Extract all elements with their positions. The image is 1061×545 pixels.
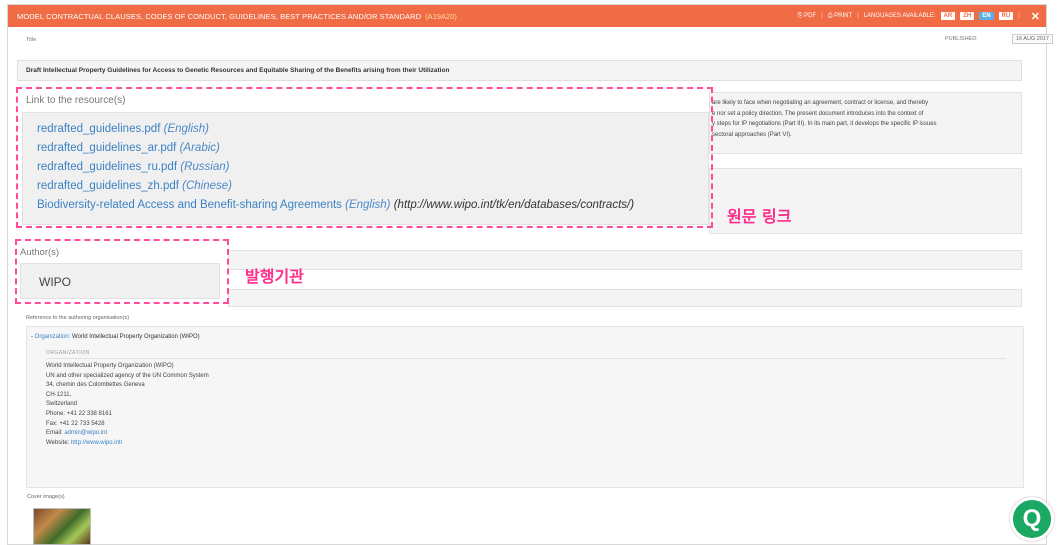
language-zh-button[interactable]: ZH [960,12,975,20]
titlebar-actions: ⎘ PDF | ⎙ PRINT | LANGUAGES AVAILABLE: A… [797,10,1040,23]
languages-available-label: LANGUAGES AVAILABLE: [863,13,936,19]
author-row-box-2 [228,289,1022,307]
website-link[interactable]: http://www.wipo.int/ [71,440,122,446]
organization-details: World Intellectual Property Organization… [46,363,209,446]
record-type-title: MODEL CONTRACTUAL CLAUSES, CODES OF COND… [17,11,422,21]
abstract-text: are likely to face when negotiating an a… [712,100,937,138]
help-chat-icon[interactable]: Q [1010,497,1054,541]
organization-toggle[interactable]: - Organization: World Intellectual Prope… [31,334,200,340]
author-highlight-box [15,239,229,304]
resource-highlight-box [16,87,713,228]
language-ru-button[interactable]: RU [998,12,1014,20]
title-label: Title [26,37,37,43]
language-ar-button[interactable]: AR [940,12,956,20]
email-link[interactable]: admin@wipo.int [64,430,107,436]
record-code: (A19A20) [425,11,457,21]
resource-link-annotation: 원문 링크 [727,207,792,226]
organization-section-title: ORGANIZATION [46,350,90,356]
reference-label: Reference to the authoring organisation(… [26,315,130,321]
author-row-box [228,250,1022,270]
cover-image-thumbnail[interactable] [33,508,91,545]
issuer-annotation: 발행기관 [245,267,304,286]
close-icon[interactable]: ✕ [1031,10,1040,23]
divider [46,358,1006,359]
title-value: Draft Intellectual Property Guidelines f… [17,60,1022,81]
pdf-button[interactable]: ⎘ PDF [798,13,816,20]
published-date: 16 AUG 2017 [1011,34,1053,44]
language-en-button[interactable]: EN [979,12,994,20]
published-label: PUBLISHED: [945,36,978,42]
cover-images-label: Cover image(s) [27,494,65,500]
print-button[interactable]: ⎙ PRINT [828,13,852,20]
record-titlebar: MODEL CONTRACTUAL CLAUSES, CODES OF COND… [8,5,1046,27]
